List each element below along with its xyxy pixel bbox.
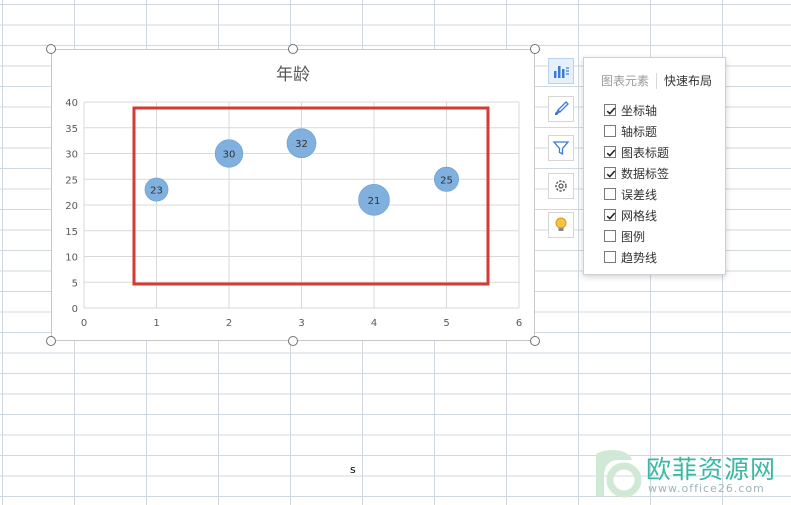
- chart-element-option[interactable]: 坐标轴: [604, 102, 657, 118]
- option-label: 图例: [621, 229, 646, 244]
- chart-elements-icon: [554, 66, 569, 78]
- option-label: 轴标题: [621, 124, 658, 139]
- checkbox-unchecked[interactable]: [604, 188, 616, 200]
- x-tick-label: 3: [298, 318, 304, 329]
- resize-handle-top-right[interactable]: [530, 44, 540, 54]
- panel-tabs: 图表元素 快速布局: [584, 70, 725, 92]
- chart-element-option[interactable]: 网格线: [604, 207, 657, 223]
- y-tick-label: 10: [65, 253, 78, 264]
- chart-filter-button[interactable]: [548, 135, 574, 161]
- bubble-data-label: 23: [150, 186, 163, 197]
- watermark: 欧菲资源网 www.office26.com: [588, 446, 788, 501]
- chart-element-option[interactable]: 数据标签: [604, 165, 669, 181]
- y-tick-label: 30: [65, 150, 78, 161]
- option-label: 数据标签: [621, 166, 670, 181]
- bubble-chart-plot: 05101520253035400 1 2 3 4 5 62330322125: [65, 98, 522, 329]
- option-label: 趋势线: [621, 250, 658, 265]
- chart-element-option[interactable]: 图例: [604, 228, 645, 244]
- watermark-logo-icon: [596, 450, 642, 498]
- chart-element-option[interactable]: 趋势线: [604, 249, 657, 265]
- chart-area[interactable]: 年龄 0 5 10 15 20 25 30 35 40 0 1 2 3 4 5 6 23 30 32 21 25: [51, 49, 535, 341]
- check-icon: [606, 107, 616, 115]
- y-tick-label: 15: [65, 227, 78, 238]
- chart-element-option[interactable]: 图表标题: [604, 144, 669, 160]
- chart-element-option[interactable]: 轴标题: [604, 123, 657, 139]
- bubble-data-label: 30: [223, 150, 236, 161]
- resize-handle-bottom-right[interactable]: [530, 336, 540, 346]
- resize-handle-bottom-middle[interactable]: [288, 336, 298, 346]
- watermark-url: www.office26.com: [648, 482, 765, 495]
- chart-filter-icon: [552, 141, 570, 156]
- y-tick-label: 5: [72, 278, 78, 289]
- y-tick-label: 20: [65, 201, 78, 212]
- check-icon: [606, 212, 616, 220]
- y-tick-label: 35: [65, 124, 78, 135]
- resize-handle-bottom-left[interactable]: [46, 336, 56, 346]
- y-tick-label: 25: [65, 175, 78, 186]
- settings-icon: [555, 180, 567, 192]
- check-icon: [606, 149, 616, 157]
- watermark-text: 欧菲资源网: [646, 455, 777, 484]
- bubble-data-label: 25: [440, 175, 453, 186]
- checkbox-checked[interactable]: [604, 167, 616, 179]
- x-tick-label: 1: [153, 318, 159, 329]
- x-tick-label: 4: [371, 318, 377, 329]
- tab-divider: [656, 73, 657, 89]
- checkbox-unchecked[interactable]: [604, 251, 616, 263]
- x-tick-label: 5: [443, 318, 449, 329]
- idea-icon: [555, 217, 567, 231]
- option-label: 网格线: [621, 208, 658, 223]
- option-label: 误差线: [621, 187, 658, 202]
- chart-style-icon: [555, 101, 569, 115]
- y-tick-label: 0: [72, 304, 78, 315]
- chart-idea-button[interactable]: [548, 212, 574, 238]
- chart-elements-button[interactable]: [548, 58, 574, 84]
- check-icon: [606, 170, 616, 178]
- resize-handle-top-left[interactable]: [46, 44, 56, 54]
- checkbox-unchecked[interactable]: [604, 125, 616, 137]
- checkbox-checked[interactable]: [604, 104, 616, 116]
- chart-element-option[interactable]: 误差线: [604, 186, 657, 202]
- x-tick-label: 2: [226, 318, 232, 329]
- y-tick-label: 40: [65, 98, 78, 109]
- chart-settings-button[interactable]: [548, 173, 574, 199]
- chart-elements-panel: 图表元素 快速布局 坐标轴轴标题图表标题数据标签误差线网格线图例趋势线: [583, 57, 726, 275]
- bubble-data-label: 32: [295, 139, 308, 150]
- bubble-data-label: 21: [368, 196, 381, 207]
- checkbox-unchecked[interactable]: [604, 230, 616, 242]
- x-tick-label: 6: [516, 318, 522, 329]
- checkbox-checked[interactable]: [604, 146, 616, 158]
- cell-text[interactable]: s: [350, 463, 356, 476]
- option-label: 坐标轴: [621, 103, 658, 118]
- option-label: 图表标题: [621, 145, 670, 160]
- checkbox-checked[interactable]: [604, 209, 616, 221]
- x-tick-label: 0: [81, 318, 87, 329]
- chart-style-button[interactable]: [548, 96, 574, 122]
- tab-quick-layout[interactable]: 快速布局: [664, 72, 712, 89]
- tab-chart-elements[interactable]: 图表元素: [601, 72, 649, 89]
- resize-handle-top-middle[interactable]: [288, 44, 298, 54]
